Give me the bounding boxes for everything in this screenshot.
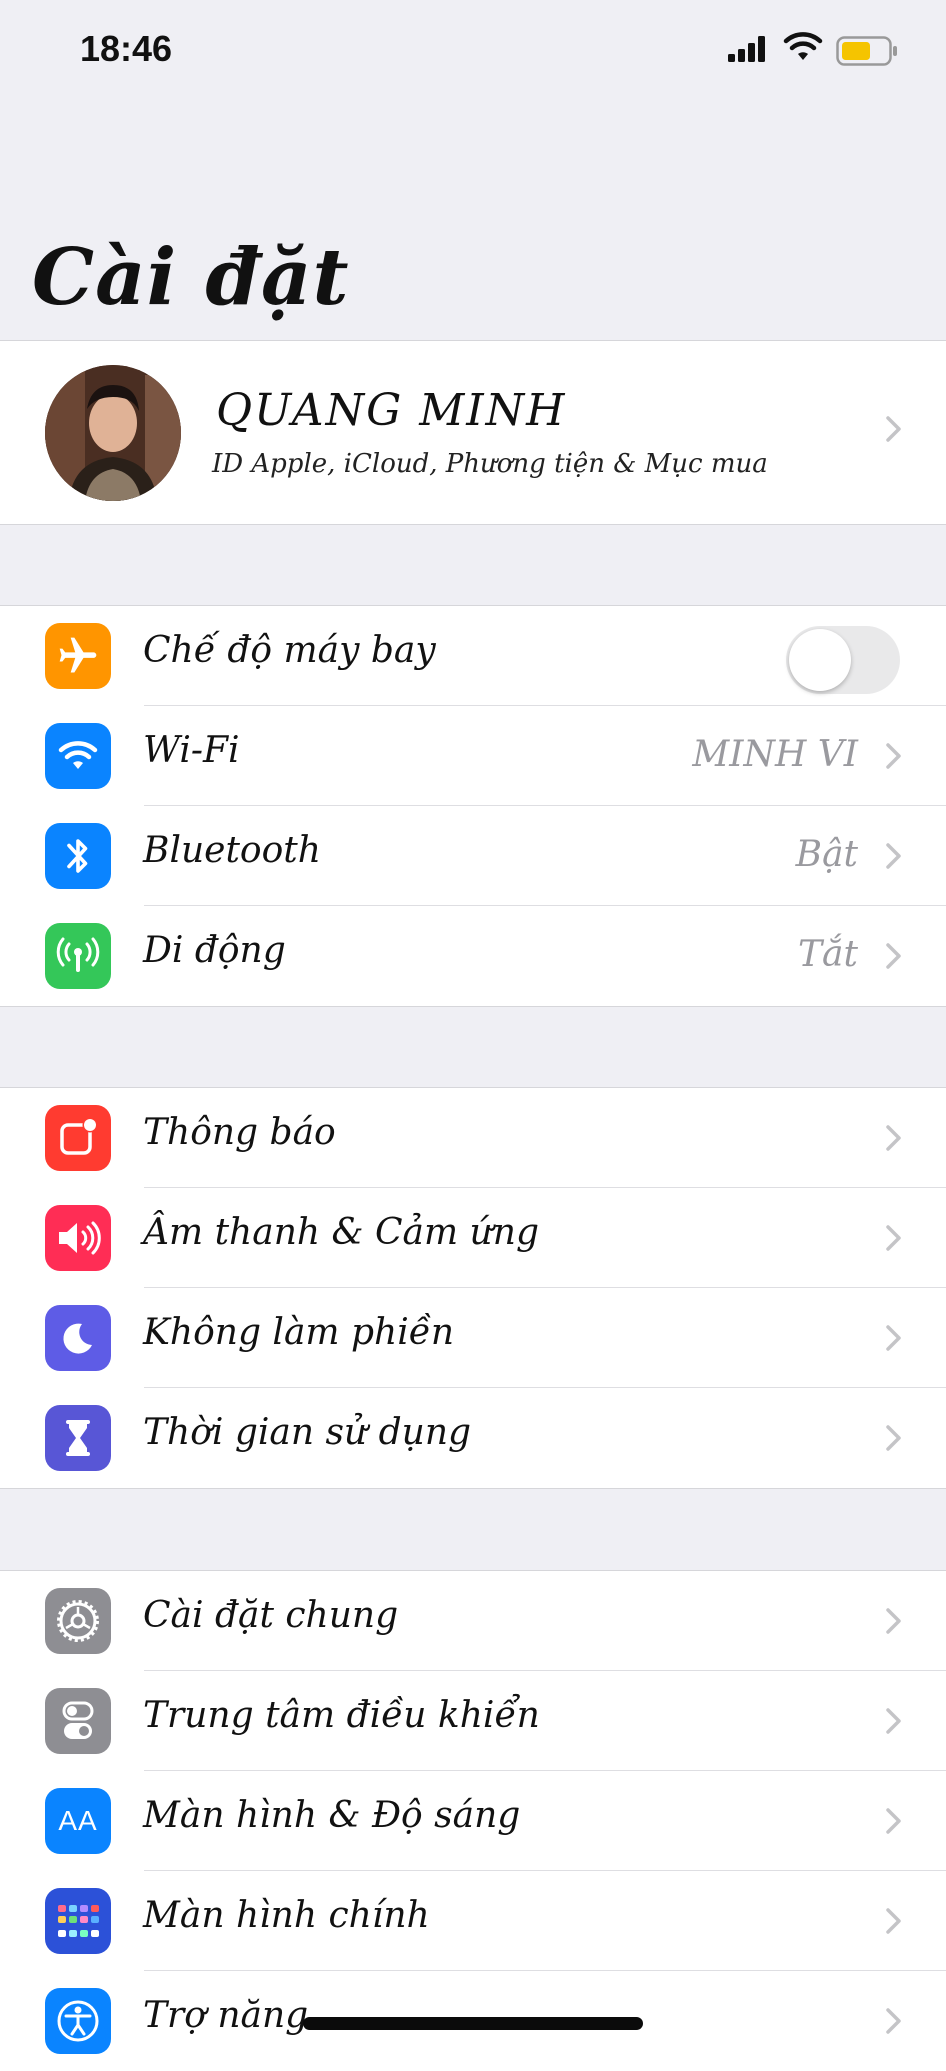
apple-id-profile[interactable]: QUANG MINH ID Apple, iCloud, Phương tiện… <box>0 340 946 525</box>
settings-row-label: Không làm phiền <box>143 1312 455 1353</box>
settings-row-wifi[interactable]: Wi-Fi MINH VI <box>0 706 946 806</box>
settings-row-control-center[interactable]: Trung tâm điều khiển <box>0 1671 946 1771</box>
chevron-right-icon <box>886 1425 901 1451</box>
settings-row-notifications[interactable]: Thông báo <box>0 1088 946 1188</box>
settings-row-label: Màn hình & Độ sáng <box>143 1795 521 1836</box>
settings-row-home-screen[interactable]: Màn hình chính <box>0 1871 946 1971</box>
status-bar: 18:46 <box>0 0 946 100</box>
notifications-icon <box>45 1105 111 1171</box>
display-icon-text: AA <box>58 1805 98 1836</box>
chevron-right-icon <box>886 1908 901 1934</box>
profile-name: QUANG MINH <box>216 385 567 436</box>
wifi-network-value: MINH VI <box>692 734 858 775</box>
wifi-status-icon <box>783 32 823 60</box>
settings-row-screen-time[interactable]: Thời gian sử dụng <box>0 1388 946 1488</box>
bluetooth-icon <box>45 823 111 889</box>
cellular-status-value: Tắt <box>798 934 858 975</box>
settings-row-label: Trợ năng <box>143 1995 309 2036</box>
settings-row-label: Cài đặt chung <box>143 1595 399 1636</box>
cellular-icon <box>45 923 111 989</box>
bluetooth-status-value: Bật <box>795 834 858 875</box>
settings-row-general[interactable]: Cài đặt chung <box>0 1571 946 1671</box>
chevron-right-icon <box>886 1808 901 1834</box>
home-screen-icon <box>45 1888 111 1954</box>
settings-row-airplane-mode[interactable]: Chế độ máy bay <box>0 606 946 706</box>
avatar <box>45 365 181 501</box>
chevron-right-icon <box>886 743 901 769</box>
notifications-group: Thông báo Âm thanh & Cảm ứng Không làm p… <box>0 1087 946 1489</box>
settings-row-label: Chế độ máy bay <box>143 630 436 671</box>
chevron-right-icon <box>886 843 901 869</box>
battery-icon <box>836 36 897 66</box>
chevron-right-icon <box>886 1708 901 1734</box>
wifi-icon <box>45 723 111 789</box>
settings-row-do-not-disturb[interactable]: Không làm phiền <box>0 1288 946 1388</box>
page-title: Cài đặt <box>32 232 350 323</box>
airplane-mode-toggle[interactable] <box>786 626 900 694</box>
settings-row-label: Wi-Fi <box>143 730 240 771</box>
cellular-signal-icon <box>728 36 765 62</box>
chevron-right-icon <box>886 1225 901 1251</box>
general-group: Cài đặt chung Trung tâm điều khiển AA Mà… <box>0 1570 946 2071</box>
settings-row-label: Thông báo <box>143 1112 336 1153</box>
settings-row-sounds-haptics[interactable]: Âm thanh & Cảm ứng <box>0 1188 946 1288</box>
home-indicator[interactable] <box>303 2017 643 2030</box>
hourglass-icon <box>45 1405 111 1471</box>
gear-icon <box>45 1588 111 1654</box>
settings-row-label: Bluetooth <box>143 830 321 871</box>
settings-row-label: Di động <box>143 930 286 971</box>
chevron-right-icon <box>886 1125 901 1151</box>
moon-icon <box>45 1305 111 1371</box>
toggle-knob <box>789 629 851 691</box>
control-center-icon <box>45 1688 111 1754</box>
sound-icon <box>45 1205 111 1271</box>
settings-row-label: Âm thanh & Cảm ứng <box>143 1212 539 1253</box>
chevron-right-icon <box>886 1608 901 1634</box>
settings-row-label: Trung tâm điều khiển <box>143 1695 540 1736</box>
settings-row-cellular[interactable]: Di động Tắt <box>0 906 946 1006</box>
settings-row-label: Thời gian sử dụng <box>143 1412 472 1453</box>
airplane-icon <box>45 623 111 689</box>
connectivity-group: Chế độ máy bay Wi-Fi MINH VI Bluetooth B… <box>0 605 946 1007</box>
chevron-right-icon <box>886 416 901 442</box>
chevron-right-icon <box>886 943 901 969</box>
settings-row-display-brightness[interactable]: AA Màn hình & Độ sáng <box>0 1771 946 1871</box>
chevron-right-icon <box>886 1325 901 1351</box>
profile-subtitle: ID Apple, iCloud, Phương tiện & Mục mua <box>212 449 768 479</box>
accessibility-icon <box>45 1988 111 2054</box>
display-icon: AA <box>45 1788 111 1854</box>
settings-row-bluetooth[interactable]: Bluetooth Bật <box>0 806 946 906</box>
status-time: 18:46 <box>80 28 173 69</box>
chevron-right-icon <box>886 2008 901 2034</box>
settings-row-label: Màn hình chính <box>143 1895 430 1936</box>
